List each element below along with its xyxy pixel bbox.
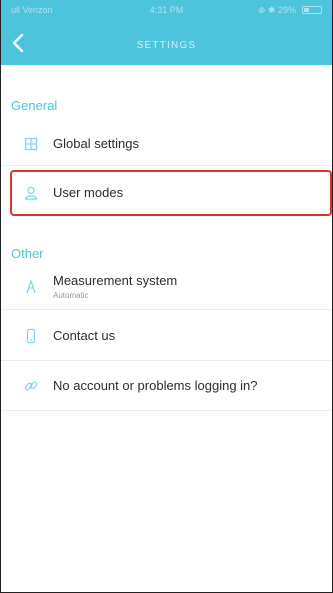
measurement-system-row[interactable]: Measurement system Automatic [1,264,332,310]
page-title: SETTINGS [136,40,197,51]
battery-icon [302,6,322,14]
global-settings-label: Global settings [53,136,139,151]
top-bar: ull Verizon 4:31 PM ⊕ ✱ 29% SETTINGS [1,0,332,65]
contact-us-label: Contact us [53,328,116,343]
no-account-label: No account or problems logging in? [53,378,258,393]
link-icon [23,378,39,394]
user-modes-label: User modes [53,185,124,200]
user-icon [23,185,39,201]
measurement-system-label: Measurement system [53,273,178,288]
status-bar: ull Verizon 4:31 PM ⊕ ✱ 29% [1,0,332,22]
section-header-general: General [11,98,58,113]
app-frame: ull Verizon 4:31 PM ⊕ ✱ 29% SETTINGS Gen… [0,0,333,593]
no-account-row[interactable]: No account or problems logging in? [1,361,332,411]
section-header-other: Other [11,246,44,261]
battery-percent: ⊕ ✱ 29% [257,5,296,15]
ruler-icon [23,279,39,295]
user-modes-row[interactable]: User modes [1,172,332,214]
grid-settings-icon [23,136,39,152]
contact-us-row[interactable]: Contact us [1,311,332,361]
global-settings-row[interactable]: Global settings [1,122,332,166]
phone-icon [23,328,39,344]
measurement-system-value: Automatic [53,291,89,300]
